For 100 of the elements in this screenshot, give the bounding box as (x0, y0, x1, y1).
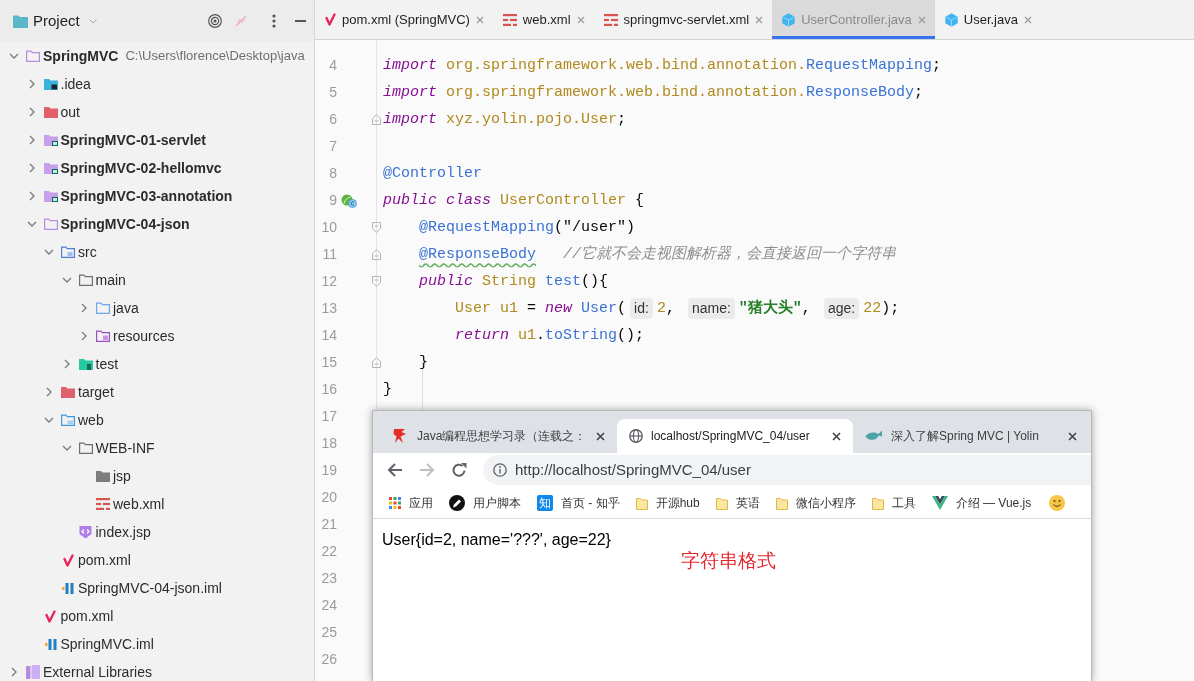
line-number: 16 (320, 380, 337, 399)
editor-tab[interactable]: springmvc-servlet.xml (593, 0, 773, 39)
annotation-text: 字符串格式 (681, 549, 776, 573)
bookmark-item[interactable]: 英语 (707, 488, 768, 517)
bookmark-item[interactable]: 用户脚本 (441, 488, 529, 517)
fold-marker-icon[interactable] (372, 249, 381, 260)
chevron-down-icon[interactable] (61, 445, 72, 451)
folder-icon (78, 442, 93, 454)
chevron-down-icon[interactable] (44, 417, 54, 423)
chevron-right-icon[interactable] (28, 163, 35, 173)
more-icon[interactable] (272, 14, 276, 28)
tree-item[interactable]: main (58, 268, 126, 292)
bookmark-item[interactable]: 知 首页 - 知乎 (529, 488, 628, 517)
folder-icon (61, 386, 75, 398)
pen-badge-icon (449, 494, 465, 511)
tree-item[interactable]: index.jsp (58, 520, 151, 544)
close-icon[interactable] (596, 431, 605, 441)
parameter-hint: id: (630, 298, 653, 319)
tree-item[interactable]: java (76, 296, 139, 320)
checkmark-icon (62, 553, 74, 567)
address-bar[interactable]: http://localhost/SpringMVC_04/user (483, 455, 1091, 485)
close-icon[interactable] (1068, 431, 1077, 441)
line-number: 4 (328, 56, 337, 75)
fold-marker-icon[interactable] (372, 114, 381, 125)
tree-item[interactable]: resources (76, 324, 175, 348)
line-number: 10 (320, 218, 337, 237)
chevron-right-icon[interactable] (81, 331, 87, 341)
tree-item[interactable]: .idea (23, 72, 91, 96)
bookmark-item[interactable]: 应用 (381, 488, 441, 517)
tree-item[interactable]: SpringMVC-01-servlet (23, 128, 206, 152)
editor-tab[interactable]: pom.xml (SpringMVC) (315, 0, 493, 39)
globe-icon (629, 429, 643, 443)
chevron-down-icon[interactable] (61, 277, 72, 283)
tree-item[interactable]: test (58, 352, 119, 376)
bookmark-item[interactable]: 开源hub (627, 488, 708, 517)
tree-item[interactable]: SpringMVC C:\Users\florence\Desktop\java (6, 44, 305, 68)
tree-item[interactable]: out (23, 100, 80, 124)
tree-item[interactable]: SpringMVC-02-hellomvc (23, 156, 222, 180)
tree-item[interactable]: SpringMVC-03-annotation (23, 184, 233, 208)
tree-item[interactable]: SpringMVC.iml (23, 632, 154, 656)
tree-item[interactable]: jsp (76, 464, 131, 488)
chevron-right-icon[interactable] (11, 667, 17, 677)
tree-item[interactable]: pom.xml (23, 604, 114, 628)
fold-marker-icon[interactable] (372, 276, 381, 287)
browser-tab[interactable]: localhost/SpringMVC_04/user (617, 419, 853, 453)
tree-item[interactable]: pom.xml (41, 548, 131, 572)
chevron-down-icon[interactable] (26, 221, 37, 227)
tree-item[interactable]: web (41, 408, 104, 432)
folder-icon (43, 162, 58, 174)
bookmark-item[interactable]: 工具 (863, 488, 924, 517)
line-number: 13 (320, 299, 337, 318)
v-logo-icon (931, 495, 948, 510)
fold-marker-icon[interactable] (372, 222, 381, 233)
gutter-marker-icon[interactable] (341, 193, 357, 208)
close-icon[interactable] (832, 431, 841, 441)
view-selector[interactable]: Project (13, 9, 97, 33)
tree-item[interactable]: src (41, 240, 97, 264)
browser-tab[interactable]: 深入了解Spring MVC | Yolin (853, 419, 1089, 453)
bookmark-item[interactable]: 介绍 — Vue.js (923, 488, 1040, 517)
reload-icon[interactable] (451, 462, 467, 478)
editor-tab[interactable]: User.java (934, 0, 1041, 39)
tree-item[interactable]: WEB-INF (58, 436, 155, 460)
fish-icon (865, 430, 883, 442)
dashes-icon (502, 13, 517, 26)
chevron-down-icon[interactable] (9, 53, 19, 59)
tree-item[interactable]: External Libraries (6, 660, 152, 681)
editor-tab[interactable]: web.xml (492, 0, 594, 39)
chevron-right-icon[interactable] (46, 387, 52, 397)
locate-icon[interactable] (208, 14, 222, 28)
chevron-down-icon[interactable] (44, 249, 54, 255)
line-number: 18 (320, 434, 337, 453)
folder-icon (43, 218, 58, 230)
chevron-right-icon[interactable] (63, 359, 70, 369)
chevron-right-icon[interactable] (28, 191, 35, 201)
back-icon[interactable] (387, 462, 403, 478)
code-text: import org.springframework.web.bind.annotation.ResponseBody; (383, 83, 924, 103)
chevron-right-icon[interactable] (81, 303, 87, 313)
tree-item[interactable]: target (41, 380, 114, 404)
fold-marker-icon[interactable] (372, 357, 381, 368)
bookmark-item[interactable]: 微信小程序 (767, 488, 864, 517)
line-number: 20 (320, 488, 337, 507)
folder-icon (26, 50, 40, 62)
smiley-icon[interactable] (1049, 494, 1066, 511)
folder-icon (43, 134, 58, 146)
chevron-right-icon[interactable] (28, 135, 35, 145)
page-text: User{id=2, name='???', age=22} (382, 530, 611, 550)
line-number: 7 (328, 137, 337, 156)
tree-item[interactable]: web.xml (76, 492, 165, 516)
line-number: 5 (328, 83, 337, 102)
line-number: 17 (320, 407, 337, 426)
chevron-right-icon[interactable] (28, 79, 35, 89)
tree-item[interactable]: SpringMVC-04-json (23, 212, 190, 236)
line-number: 14 (320, 326, 337, 345)
browser-tab[interactable]: Java编程思想学习录（连载之： (381, 419, 617, 453)
tree-item[interactable]: SpringMVC-04-json.iml (41, 576, 222, 600)
chevron-right-icon[interactable] (28, 107, 35, 117)
code-text: User u1 = new User( (455, 299, 627, 319)
folder-icon (96, 330, 110, 342)
info-icon[interactable] (493, 463, 507, 477)
code-text: import org.springframework.web.bind.annotation.RequestMapping; (383, 56, 942, 76)
